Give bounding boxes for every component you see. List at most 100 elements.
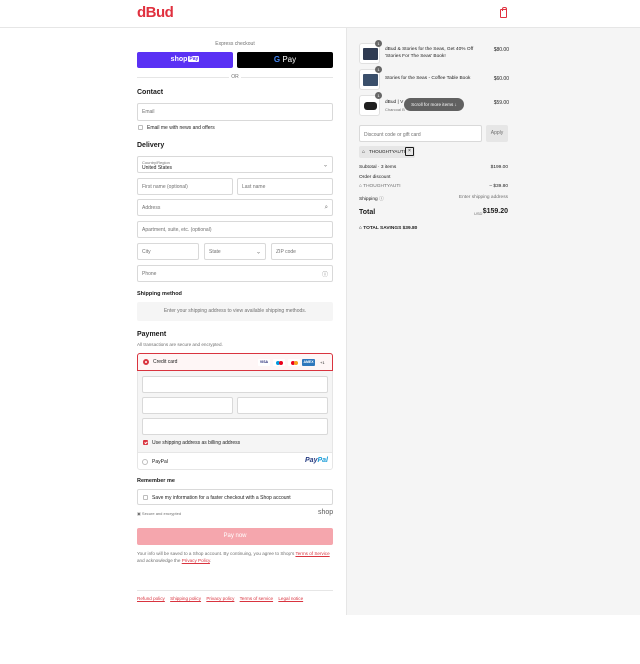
scroll-more-tooltip[interactable]: Scroll for more items ↓ [404,98,464,111]
line-item: 1 dBud & Stories for the Seas, Get 40% O… [359,40,509,64]
footer-divider [137,590,333,591]
remove-discount-button[interactable]: × [405,147,414,156]
address-field[interactable]: Address ⌕ [137,199,333,216]
apartment-field[interactable]: Apartment, suite, etc. (optional) [137,221,333,238]
shipping-policy-link[interactable]: Shipping policy [170,596,201,601]
visa-icon: VISA [258,359,270,366]
savings-value: $39.80 [402,226,418,231]
state-select[interactable]: State ⌄ [204,243,266,260]
arrow-down-icon: ↓ [454,102,457,107]
product-price: $60.00 [493,76,509,82]
product-image [364,102,377,110]
quantity-badge: 1 [375,40,382,47]
chevron-down-icon: ⌄ [322,162,328,168]
email-field[interactable]: Email [137,103,333,121]
total-label: Total [359,209,376,216]
shop-pay-button[interactable]: shop Pay [137,52,233,68]
email-placeholder: Email [142,109,155,115]
quantity-badge: 1 [375,92,382,99]
shop-pay-word: shop [170,56,188,63]
shop-pay-badge: Pay [188,56,200,63]
secure-row: ▣ Secure and encrypted [137,511,181,516]
zip-field[interactable]: ZIP code [271,243,333,260]
terms-text-2: and acknowledge the [137,558,182,563]
store-logo[interactable]: dBud [137,4,174,21]
shipping-row: Shipping ⓘ Enter shipping address [359,195,508,202]
name-on-card-field[interactable] [142,418,328,435]
address-placeholder: Address [142,204,161,211]
discount-value: – $39.80 [489,184,508,189]
terms-of-service-link[interactable]: Terms of Service [295,551,329,556]
discount-code-field[interactable]: Discount code or gift card [359,125,482,142]
paypal-radio[interactable] [142,459,148,465]
card-details-form: Use shipping address as billing address [138,371,332,453]
credit-card-radio[interactable] [143,359,149,365]
billing-label: Use shipping address as billing address [152,440,241,446]
first-name-field[interactable]: First name (optional) [137,178,233,195]
product-name: dBud & Stories for the Seas, Get 40% Off… [385,47,474,59]
help-circle-icon[interactable]: ⓘ [322,269,328,278]
terms-of-service-footer-link[interactable]: Terms of service [240,596,273,601]
shipping-method-note: Enter your shipping address to view avai… [137,302,333,321]
pay-now-button[interactable]: Pay now [137,528,333,545]
news-checkbox[interactable] [138,125,143,130]
shop-logo: shop [318,509,334,516]
help-circle-icon[interactable]: ⓘ [379,197,384,202]
applied-discount-chip: ⌂ THOUGHTYAUTI × [359,146,415,158]
maestro-icon [273,359,285,366]
shipping-value: Enter shipping address [458,195,508,200]
country-value: United States [142,165,173,171]
billing-checkbox[interactable] [143,440,148,445]
product-price: $80.00 [493,47,509,53]
city-field[interactable]: City [137,243,199,260]
save-info-checkbox[interactable] [143,495,148,500]
lock-icon: ▣ [137,511,141,516]
tag-icon: ⌂ [359,184,362,189]
refund-policy-link[interactable]: Refund policy [137,596,165,601]
total-value: $159.20 [482,208,508,215]
google-pay-button[interactable]: G Pay [237,52,333,68]
paypal-logo: PayPal [305,457,328,464]
tag-icon: ⌂ [362,149,366,155]
google-g-icon: G [273,55,281,64]
total-savings: ⌂ TOTAL SAVINGS $39.80 [359,226,417,231]
credit-card-label: Credit card [153,359,178,365]
last-name-placeholder: Last name [242,183,266,190]
country-select[interactable]: Country/Region United States ⌄ [137,156,333,173]
product-price: $59.00 [493,100,509,106]
privacy-policy-link[interactable]: Privacy Policy [182,558,210,563]
terms-text-3: . [209,558,212,563]
product-name: Stories for the Seas - Coffee Table Book [385,76,471,81]
paypal-option[interactable]: PayPal PayPal [137,452,333,470]
legal-notice-link[interactable]: Legal notice [278,596,303,601]
product-image [363,48,378,60]
save-info-label: Save my information for a faster checkou… [152,495,291,501]
line-item: 1 Stories for the Seas - Coffee Table Bo… [359,66,509,90]
shopping-bag-icon[interactable] [500,7,507,18]
google-pay-word: Pay [282,55,297,64]
apply-discount-button[interactable]: Apply [486,125,508,142]
phone-field[interactable]: Phone ⓘ [137,265,333,282]
news-label: Email me with news and offers [147,125,215,131]
product-variant: Charcoal B [385,107,405,112]
last-name-field[interactable]: Last name [237,178,333,195]
total-currency: USD [474,211,483,216]
security-code-field[interactable] [237,397,328,414]
order-summary-panel [346,28,640,615]
product-image [363,74,378,86]
scroll-tooltip-text: Scroll for more items [411,102,454,107]
state-placeholder: State [209,248,221,255]
amex-icon: AMEX [302,359,315,366]
credit-card-option[interactable]: Credit card VISA AMEX +1 [137,353,333,371]
zip-placeholder: ZIP code [276,248,296,255]
shipping-method-heading: Shipping method [137,291,182,297]
card-number-field[interactable] [142,376,328,393]
subtotal-value: $199.00 [490,165,508,170]
discount-placeholder: Discount code or gift card [364,132,421,138]
expiry-field[interactable] [142,397,233,414]
quantity-badge: 1 [375,66,382,73]
applied-code: THOUGHTYAUTI [369,149,405,154]
terms-text: Your info will be saved to a Shop accoun… [137,550,333,564]
privacy-policy-footer-link[interactable]: Privacy policy [206,596,234,601]
paypal-logo-a: Pay [305,457,318,464]
